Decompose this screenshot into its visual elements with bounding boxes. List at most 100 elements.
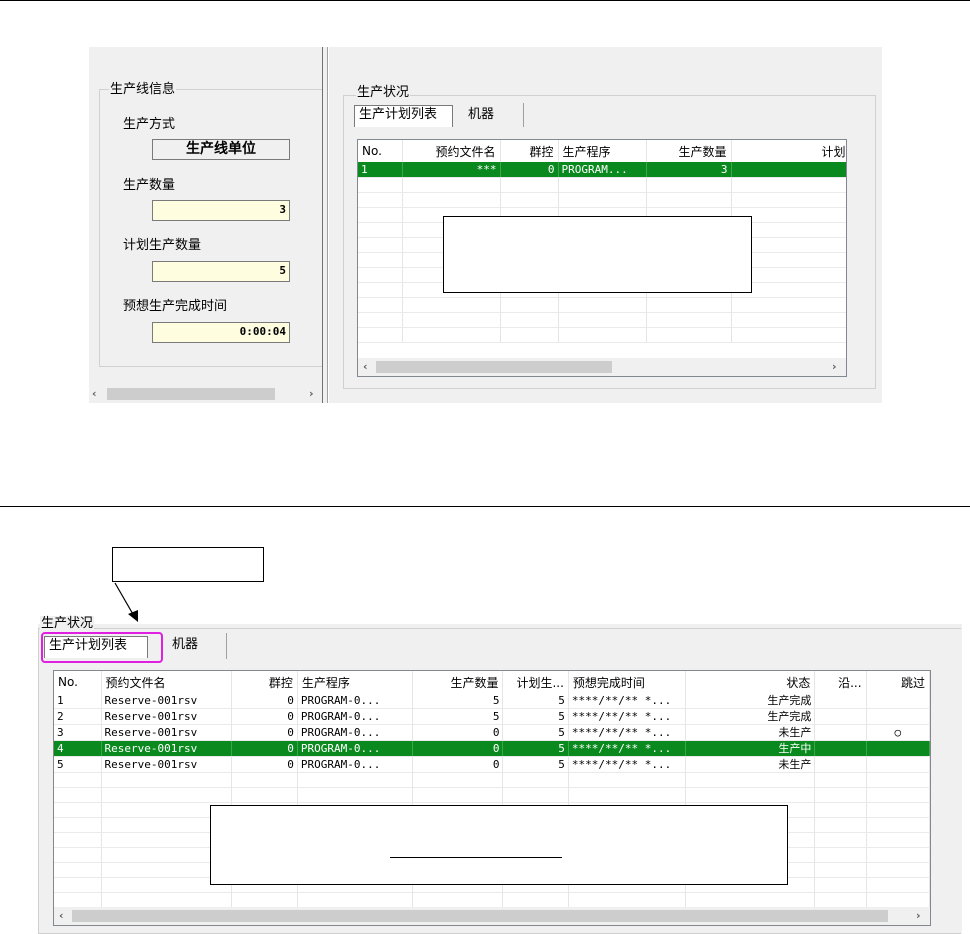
table-cell [54,877,102,893]
table-cell [54,862,102,878]
column-header[interactable]: 预约文件名 [402,140,501,162]
table-cell: 5 [54,756,102,773]
scroll-thumb[interactable] [376,361,612,373]
table-cell: 0 [231,740,298,757]
table-cell [568,772,686,788]
column-header[interactable]: 生产程序 [297,671,414,693]
table-cell [502,772,569,788]
table-row[interactable]: 3 Reserve-001rsv 0 PROGRAM-0... 0 5 ****/**/**… [54,724,930,741]
table-cell [814,724,867,741]
table-cell [685,772,816,788]
table-cell [731,297,846,313]
table-cell [358,192,403,208]
scroll-right-icon[interactable]: › [916,909,921,923]
tab-machine[interactable]: 机器 [168,636,202,654]
table-cell: 5 [412,693,504,709]
table-row[interactable]: 1***0PROGRAM...35 [358,162,846,178]
table-cell [54,817,102,833]
table-cell [685,787,816,803]
table-cell [558,297,647,313]
qty-label: 生产数量 [123,178,176,193]
column-header[interactable]: 群控 [231,671,298,693]
column-header[interactable]: 跳过 [866,671,930,693]
table-cell [358,222,403,238]
scroll-right-icon[interactable]: › [309,387,314,401]
table-cell: 5 [502,740,569,757]
plan-table-2[interactable]: No. 预约文件名 群控 生产程序 生产数量 计划生... 预想完成时间 状态 沿... 跳过 1… [53,670,931,926]
table-cell: 5 [502,724,569,741]
table-cell: PROGRAM-0... [297,756,414,773]
column-header[interactable]: 计划生... [502,671,569,693]
column-header[interactable]: 预约文件名 [101,671,233,693]
table-cell [402,297,501,313]
table-cell [502,892,569,908]
table-cell [568,892,686,908]
table-cell [731,192,846,208]
arrow-icon [114,582,138,622]
table-cell [814,787,867,803]
plan-table-hscrollbar[interactable]: ‹ › [358,358,846,376]
scroll-thumb[interactable] [72,910,888,922]
left-panel-hscrollbar[interactable]: ‹ › [89,385,323,403]
table-cell: PROGRAM-0... [297,693,414,709]
table-cell: 4 [54,740,102,757]
table-cell [866,693,930,709]
table-cell [297,892,414,908]
scroll-left-icon[interactable]: ‹ [59,909,64,923]
column-header[interactable]: No. [358,140,403,162]
table-row[interactable]: 4 Reserve-001rsv 0 PROGRAM-0... 0 5 ****/**/**… [54,740,930,757]
tab-machine[interactable]: 机器 [464,106,498,124]
table-cell: 1 [358,162,403,178]
table-cell [814,862,867,878]
column-header[interactable]: 预想完成时间 [568,671,686,693]
eta-label: 预想生产完成时间 [123,299,228,314]
table-cell: 0 [231,693,298,709]
table-cell [402,312,501,328]
column-header[interactable]: 沿... [814,671,867,693]
table-cell [54,892,102,908]
table-cell [54,832,102,848]
table-cell [814,802,867,818]
table-cell [646,192,732,208]
empty-row [358,297,846,313]
table-cell [814,708,867,725]
plan-qty-field: 5 [152,261,290,282]
column-header[interactable]: 生产数量 [646,140,732,162]
table-cell [814,772,867,788]
table-cell [358,327,403,343]
empty-row [358,312,846,328]
column-header[interactable]: 生产程序 [558,140,647,162]
table-cell [500,312,559,328]
table-cell [231,892,298,908]
table-row[interactable]: 1 Reserve-001rsv 0 PROGRAM-0... 5 5 ****/**/**… [54,693,930,709]
column-header[interactable]: 群控 [500,140,559,162]
table-row[interactable]: 5 Reserve-001rsv 0 PROGRAM-0... 0 5 ****/**/**… [54,756,930,773]
column-header[interactable]: 状态 [685,671,816,693]
table-cell: 5 [731,162,846,178]
plan-qty-label: 计划生产数量 [123,238,202,253]
column-header[interactable]: No. [54,671,102,693]
table-cell [558,327,647,343]
table-cell [231,772,298,788]
scroll-left-icon[interactable]: ‹ [92,387,97,401]
table-cell [500,192,559,208]
annotation-label-box [112,547,264,582]
table-cell [412,892,504,908]
annotation-callout-box-2 [210,805,788,885]
column-header[interactable]: 计划生产数量 [731,140,846,162]
table-cell: ****/**/** *... [568,756,686,773]
splitter[interactable] [322,47,328,403]
table-row[interactable]: 2 Reserve-001rsv 0 PROGRAM-0... 5 5 ****/**/**… [54,708,930,725]
tab-plan-list[interactable]: 生产计划列表 [354,105,453,127]
table-cell [54,802,102,818]
section-divider [0,506,970,507]
table-cell [866,708,930,725]
column-header[interactable]: 生产数量 [412,671,504,693]
table-cell [646,177,732,193]
table-cell [358,207,403,223]
scroll-left-icon[interactable]: ‹ [363,360,368,374]
scroll-thumb[interactable] [107,388,275,400]
plan-table-2-hscrollbar[interactable]: ‹ › [54,907,930,925]
scroll-right-icon[interactable]: › [832,360,837,374]
table-cell [866,847,930,863]
